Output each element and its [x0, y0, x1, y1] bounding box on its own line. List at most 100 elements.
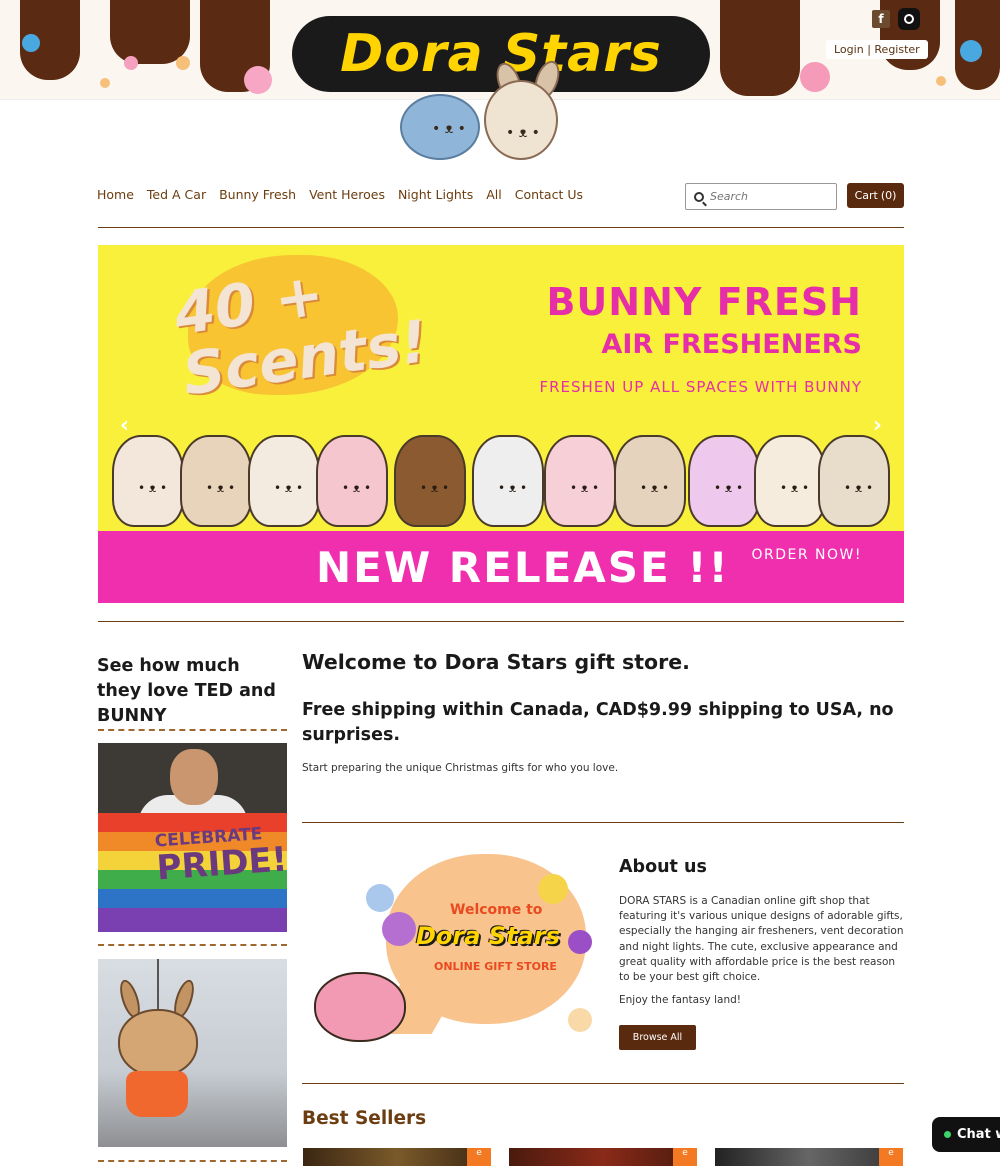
- decor-dot: [568, 930, 592, 954]
- product-card[interactable]: e: [303, 1148, 491, 1166]
- bunny-face: • ᴥ •: [844, 481, 874, 495]
- mascot-face: • ᴥ •: [432, 121, 466, 137]
- carousel-prev-icon[interactable]: ‹: [120, 413, 129, 438]
- carousel-next-icon[interactable]: ›: [873, 413, 882, 438]
- bunny-face: • ᴥ •: [274, 481, 304, 495]
- about-title: About us: [619, 857, 707, 877]
- bunny-figure: • ᴥ •: [614, 435, 686, 527]
- person-head: [170, 749, 218, 805]
- about-body: DORA STARS is a Canadian online gift sho…: [619, 895, 904, 984]
- blue-bear-mascot: • ᴥ •: [400, 94, 480, 160]
- account-separator: |: [867, 43, 871, 56]
- divider: [302, 1083, 904, 1084]
- nav-contact-us[interactable]: Contact Us: [515, 187, 583, 202]
- sprinkle: [960, 40, 982, 62]
- chat-widget-button[interactable]: Chat w: [932, 1117, 1000, 1152]
- main-nav: Home Ted A Car Bunny Fresh Vent Heroes N…: [97, 187, 583, 202]
- browse-all-button[interactable]: Browse All: [619, 1025, 696, 1050]
- bunny-figure: • ᴥ •: [472, 435, 544, 527]
- bunny-figure: • ᴥ •: [818, 435, 890, 527]
- bunny-face: • ᴥ •: [498, 481, 528, 495]
- pride-photo[interactable]: CELEBRATE PRIDE!: [98, 743, 287, 932]
- pride-sign: CELEBRATE PRIDE!: [154, 824, 287, 889]
- banner-title: BUNNY FRESH: [546, 280, 862, 324]
- sale-badge: e: [467, 1148, 491, 1166]
- bunny-face: • ᴥ •: [714, 481, 744, 495]
- bunny-mascot: • ᴥ •: [484, 80, 558, 160]
- bunny-figure: • ᴥ •: [112, 435, 184, 527]
- divider: [98, 227, 904, 228]
- sprinkle: [124, 56, 138, 70]
- account-links: Login | Register: [826, 40, 928, 59]
- welcome-illustration: Welcome to Dora Stars ONLINE GIFT STORE: [306, 848, 604, 1054]
- nav-all[interactable]: All: [486, 187, 502, 202]
- sale-badge: e: [673, 1148, 697, 1166]
- dashed-divider: [98, 1160, 287, 1162]
- hero-banner[interactable]: 40 + Scents! BUNNY FRESH AIR FRESHENERS …: [98, 245, 904, 603]
- bunny-face: • ᴥ •: [138, 481, 168, 495]
- nav-ted-a-car[interactable]: Ted A Car: [147, 187, 206, 202]
- bunny-figure: • ᴥ •: [248, 435, 320, 527]
- decor-dot: [568, 1008, 592, 1032]
- nav-vent-heroes[interactable]: Vent Heroes: [309, 187, 385, 202]
- nav-night-lights[interactable]: Night Lights: [398, 187, 473, 202]
- bunny-lineup: • ᴥ • • ᴥ • • ᴥ • • ᴥ • • ᴥ • • ᴥ • • ᴥ …: [98, 405, 904, 531]
- pride-sign-big: PRIDE!: [155, 839, 287, 889]
- shipping-notice: Free shipping within Canada, CAD$9.99 sh…: [302, 700, 894, 745]
- cart-button[interactable]: Cart (0): [847, 183, 904, 208]
- nav-home[interactable]: Home: [97, 187, 134, 202]
- welcome-heading: Welcome to Dora Stars gift store.: [302, 650, 690, 674]
- bunny-figure: • ᴥ •: [180, 435, 252, 527]
- nav-bunny-fresh[interactable]: Bunny Fresh: [219, 187, 296, 202]
- release-strip: NEW RELEASE !! ORDER NOW!: [98, 531, 904, 603]
- cart-label: Cart: [854, 189, 878, 202]
- online-status-icon: [944, 1131, 951, 1138]
- welcome-art-line-2: Dora Stars: [416, 922, 560, 950]
- dashed-divider: [98, 729, 287, 731]
- welcome-art-line-3: ONLINE GIFT STORE: [434, 960, 557, 973]
- bunny-figure: • ᴥ •: [316, 435, 388, 527]
- search-box: [685, 183, 837, 210]
- divider: [98, 621, 904, 622]
- decor-dot: [366, 884, 394, 912]
- sprinkle: [800, 62, 830, 92]
- scents-text: 40 + Scents!: [170, 251, 431, 408]
- sprinkle: [936, 76, 946, 86]
- banner-tagline: FRESHEN UP ALL SPACES WITH BUNNY: [539, 378, 862, 396]
- bunny-face: • ᴥ •: [570, 481, 600, 495]
- sprinkle: [176, 56, 190, 70]
- bunny-ornament-photo[interactable]: [98, 959, 287, 1147]
- divider: [302, 822, 904, 823]
- social-links: f: [872, 8, 920, 30]
- order-now-link[interactable]: ORDER NOW!: [752, 547, 863, 563]
- sidebar-title: See how much they love TED and BUNNY: [97, 656, 276, 726]
- register-link[interactable]: Register: [874, 43, 919, 56]
- bunny-face: • ᴥ •: [420, 481, 450, 495]
- product-card[interactable]: e: [509, 1148, 697, 1166]
- chat-label: Chat w: [957, 1127, 1000, 1142]
- decor-dot: [538, 874, 568, 904]
- sprinkle: [100, 78, 110, 88]
- login-link[interactable]: Login: [834, 43, 864, 56]
- bunny-face: • ᴥ •: [640, 481, 670, 495]
- bunny-figure: • ᴥ •: [544, 435, 616, 527]
- dashed-divider: [98, 944, 287, 946]
- product-card[interactable]: e: [715, 1148, 903, 1166]
- search-input[interactable]: [710, 190, 830, 203]
- chocolate-drip: [720, 0, 800, 96]
- ornament-string: [157, 959, 159, 1011]
- new-release-text: NEW RELEASE !!: [316, 543, 730, 592]
- mascot-face: • ᴥ •: [506, 125, 540, 141]
- instagram-icon[interactable]: [898, 8, 920, 30]
- facebook-icon[interactable]: f: [872, 10, 890, 28]
- ornament-dress: [126, 1071, 188, 1117]
- search-icon[interactable]: [694, 191, 704, 202]
- pink-bear: [314, 972, 406, 1042]
- sprinkle: [22, 34, 40, 52]
- ornament-head: [118, 1009, 198, 1077]
- decor-dot: [382, 912, 416, 946]
- sale-badge: e: [879, 1148, 903, 1166]
- bunny-figure: • ᴥ •: [688, 435, 760, 527]
- sprinkle: [244, 66, 272, 94]
- bunny-figure: • ᴥ •: [754, 435, 826, 527]
